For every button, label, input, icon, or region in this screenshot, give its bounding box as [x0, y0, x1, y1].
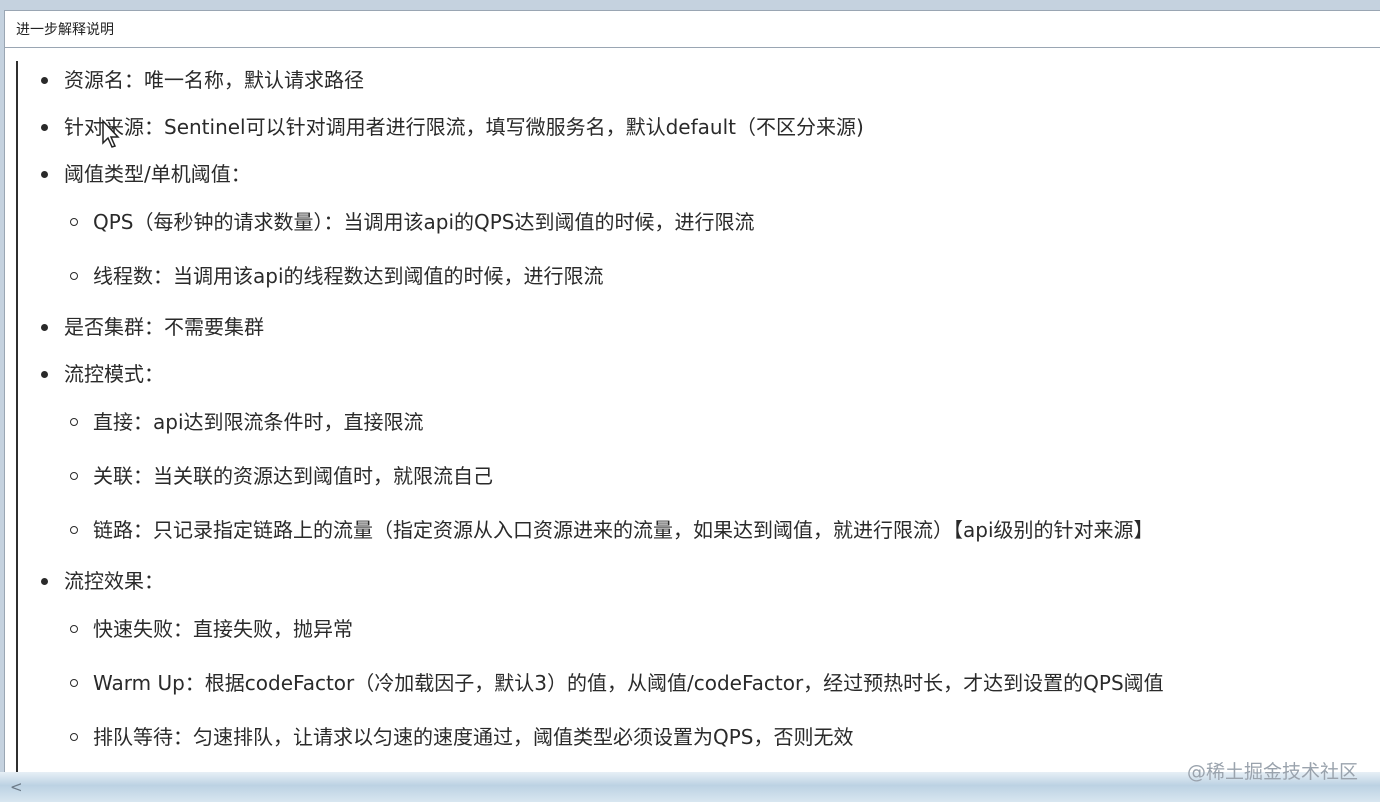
- list-item-threshold-type: 阈值类型/单机阈值： QPS（每秒钟的请求数量）：当调用该api的QPS达到阈值…: [18, 159, 1378, 295]
- sublist-item-threads: 线程数：当调用该api的线程数达到阈值的时候，进行限流: [18, 258, 1193, 295]
- list-item-resource-name: 资源名：唯一名称，默认请求路径: [18, 65, 1378, 95]
- list-item-flow-mode: 流控模式： 直接：api达到限流条件时，直接限流 关联：当关联的资源达到阈值时，…: [18, 359, 1378, 549]
- watermark: @稀土掘金技术社区: [1186, 761, 1358, 783]
- list-item-flow-effect: 流控效果： 快速失败：直接失败，抛异常 Warm Up：根据codeFactor…: [18, 566, 1378, 756]
- list-item-text: 阈值类型/单机阈值：: [41, 159, 1378, 189]
- sublist-item-related: 关联：当关联的资源达到阈值时，就限流自己: [18, 458, 1193, 495]
- list-item-cluster: 是否集群：不需要集群: [18, 312, 1378, 342]
- sublist-item-fast-fail: 快速失败：直接失败，抛异常: [18, 611, 1193, 648]
- sublist-item-warm-up: Warm Up：根据codeFactor（冷加载因子，默认3）的值，从阈值/co…: [18, 665, 1193, 702]
- sublist-item-direct: 直接：api达到限流条件时，直接限流: [18, 404, 1193, 441]
- list-item-text: 流控模式：: [41, 359, 1378, 389]
- document-window: 进一步解释说明 资源名：唯一名称，默认请求路径 针对来源：Sentinel可以针…: [4, 10, 1380, 773]
- list-item-text: 流控效果：: [41, 566, 1378, 596]
- notes-content: 资源名：唯一名称，默认请求路径 针对来源：Sentinel可以针对调用者进行限流…: [16, 61, 1378, 773]
- mouse-cursor-icon: [102, 119, 120, 148]
- horizontal-scrollbar[interactable]: <: [0, 772, 1380, 802]
- window-title: 进一步解释说明: [5, 11, 1380, 48]
- list-item-source: 针对来源：Sentinel可以针对调用者进行限流，填写微服务名，默认defaul…: [18, 112, 1378, 142]
- scroll-left-arrow-icon[interactable]: <: [10, 778, 23, 796]
- list-item-text: 是否集群：不需要集群: [41, 312, 1378, 342]
- sublist-item-chain: 链路：只记录指定链路上的流量（指定资源从入口资源进来的流量，如果达到阈值，就进行…: [18, 512, 1193, 549]
- list-item-text: 针对来源：Sentinel可以针对调用者进行限流，填写微服务名，默认defaul…: [41, 112, 1378, 142]
- sublist-item-queue: 排队等待：匀速排队，让请求以匀速的速度通过，阈值类型必须设置为QPS，否则无效: [18, 719, 1193, 756]
- list-item-text: 资源名：唯一名称，默认请求路径: [41, 65, 1378, 95]
- sublist-item-qps: QPS（每秒钟的请求数量）：当调用该api的QPS达到阈值的时候，进行限流: [18, 204, 1193, 241]
